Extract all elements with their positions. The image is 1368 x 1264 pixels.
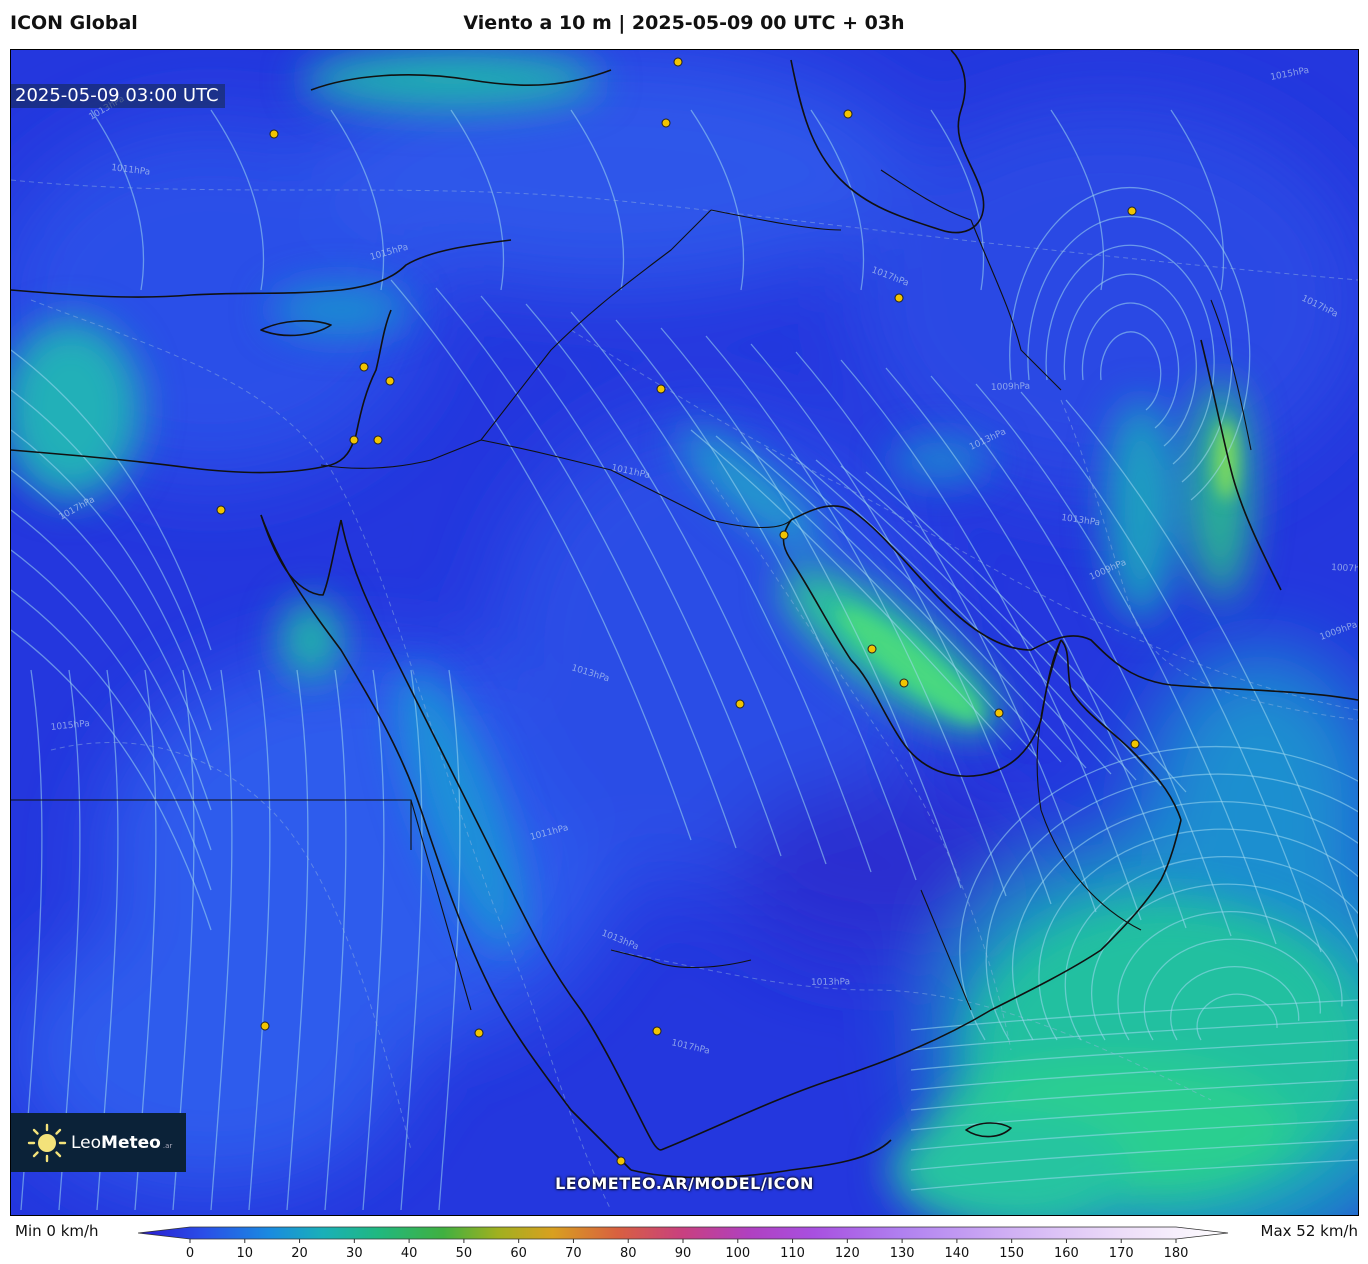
colorbar-tick-label: 40 <box>401 1246 418 1260</box>
colorbar-tick-label: 80 <box>620 1246 637 1260</box>
city-marker[interactable] <box>349 435 359 445</box>
map-title: Viento a 10 m | 2025-05-09 00 UTC + 03h <box>463 12 905 34</box>
colorbar-tick-label: 0 <box>186 1246 194 1260</box>
colorbar-ticks: 0 10 20 30 40 50 60 70 80 90 100 110 120 130 140 150 160… <box>186 1239 1189 1261</box>
city-marker[interactable] <box>269 129 279 139</box>
colorbar-tick-label: 30 <box>346 1246 363 1260</box>
colorbar-tick-label: 160 <box>1054 1246 1079 1260</box>
city-marker[interactable] <box>359 362 369 372</box>
logo-brand-bold: Meteo <box>101 1132 161 1153</box>
city-marker[interactable] <box>735 699 745 709</box>
colorbar-tick-label: 100 <box>725 1246 750 1260</box>
logo-suffix: .ar <box>162 1141 173 1150</box>
city-marker[interactable] <box>1130 739 1140 749</box>
city-marker[interactable] <box>385 376 395 386</box>
city-marker[interactable] <box>616 1156 626 1166</box>
colorbar-svg: 0 10 20 30 40 50 60 70 80 90 100 110 120 130 140 150 160… <box>137 1226 1229 1261</box>
city-marker[interactable] <box>843 109 853 119</box>
legend-min-label: Min 0 km/h <box>15 1222 99 1240</box>
city-marker[interactable] <box>373 435 383 445</box>
colorbar-tick-label: 110 <box>780 1246 805 1260</box>
colorbar-tick-label: 90 <box>675 1246 692 1260</box>
city-marker[interactable] <box>1127 206 1137 216</box>
city-marker[interactable] <box>260 1021 270 1031</box>
city-marker[interactable] <box>673 57 683 67</box>
leometeo-logo[interactable]: LeoMeteo .ar <box>11 1113 186 1172</box>
city-marker[interactable] <box>867 644 877 654</box>
wind-map[interactable]: 1013hPa 1011hPa 1015hPa 1017hPa 1009hPa 1013h… <box>10 49 1359 1216</box>
colorbar-tick-label: 60 <box>510 1246 527 1260</box>
wind-speed-colorbar: 0 10 20 30 40 50 60 70 80 90 100 110 120 130 140 150 160… <box>137 1226 1230 1264</box>
colorbar-tick-label: 70 <box>565 1246 582 1260</box>
city-marker[interactable] <box>779 530 789 540</box>
colorbar-tick-label: 130 <box>890 1246 915 1260</box>
city-marker[interactable] <box>474 1028 484 1038</box>
isobar-label: 1013hPa <box>811 977 850 988</box>
colorbar-tick-label: 120 <box>835 1246 860 1260</box>
colorbar-tick-label: 20 <box>291 1246 308 1260</box>
logo-brand-light: Leo <box>71 1132 102 1153</box>
colorbar-tick-label: 180 <box>1164 1246 1189 1260</box>
colorbar-tick-label: 140 <box>944 1246 969 1260</box>
watermark-url[interactable]: LEOMETEO.AR/MODEL/ICON <box>11 1174 1358 1193</box>
colorbar-tick-label: 150 <box>999 1246 1024 1260</box>
wind-map-canvas: 1013hPa1011hPa1015hPa1017hPa1009hPa1013h… <box>11 50 1358 1215</box>
city-marker[interactable] <box>656 384 666 394</box>
city-marker[interactable] <box>652 1026 662 1036</box>
city-marker[interactable] <box>994 708 1004 718</box>
legend-max-label: Max 52 km/h <box>1260 1222 1359 1240</box>
colorbar-tick-label: 10 <box>237 1246 254 1260</box>
colorbar-tick-label: 170 <box>1109 1246 1134 1260</box>
colorbar-tick-label: 50 <box>456 1246 473 1260</box>
city-marker[interactable] <box>899 678 909 688</box>
sun-icon <box>27 1123 67 1162</box>
city-marker[interactable] <box>216 505 226 515</box>
city-marker[interactable] <box>894 293 904 303</box>
isobar-label: 1009hPa <box>991 382 1030 393</box>
city-marker[interactable] <box>661 118 671 128</box>
valid-time-label: 2025-05-09 03:00 UTC <box>11 84 225 108</box>
colorbar-gradient <box>137 1226 1229 1240</box>
logo-wordmark: LeoMeteo .ar <box>71 1133 172 1153</box>
